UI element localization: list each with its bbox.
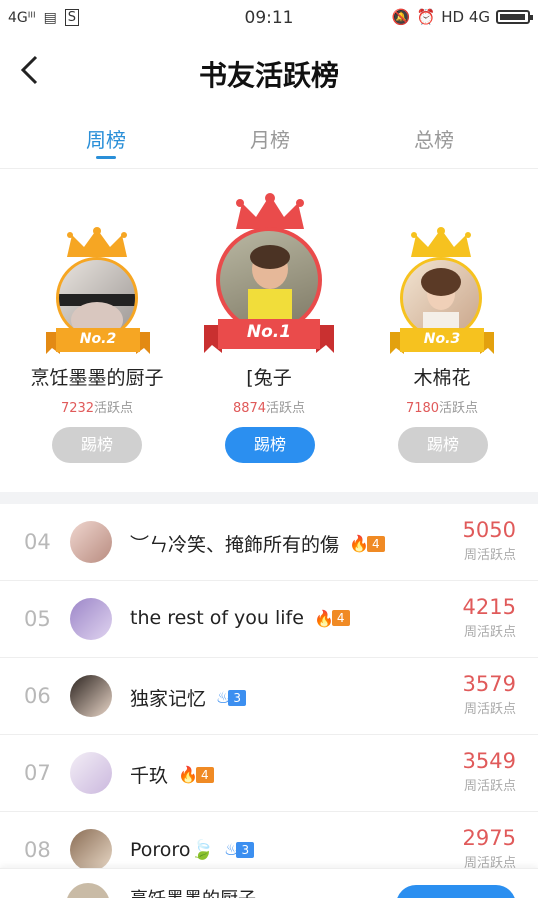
flame-icon: 🔥	[349, 534, 369, 553]
level-badge: ♨ 3	[224, 840, 255, 859]
tab-bar: 周榜 月榜 总榜	[0, 110, 538, 169]
level-badge: 🔥 4	[313, 608, 350, 628]
status-bar: 4Gᴵᴵᴵ ▤ S 09:11 🔕 ⏰ HD 4G	[0, 0, 538, 36]
crown-icon	[236, 193, 304, 229]
podium-points: 8874活跃点	[169, 397, 369, 416]
level-badge: 🔥 4	[178, 765, 214, 784]
crown-icon	[411, 227, 471, 257]
avatar-image	[248, 245, 292, 329]
user-name-row: ︶ㄣ冷笑、掩飾所有的傷 🔥 4	[130, 530, 385, 557]
network-label: HD 4G	[441, 8, 490, 26]
score-unit: 周活跃点	[463, 779, 516, 794]
rank-number: 08	[24, 838, 51, 862]
avatar	[70, 521, 112, 563]
battery-icon	[496, 10, 533, 24]
user-name: ︶ㄣ冷笑、掩飾所有的傷	[130, 534, 340, 556]
list-item[interactable]: 04 ︶ㄣ冷笑、掩飾所有的傷 🔥 4 5050 周活跃点	[0, 504, 538, 581]
level-badge: ♨ 3	[216, 688, 246, 707]
score-unit: 周活跃点	[463, 702, 516, 717]
user-name-row: Pororo🍃 ♨ 3	[130, 838, 255, 861]
score: 3579 周活跃点	[463, 672, 516, 717]
rank-number: 04	[24, 530, 51, 554]
user-name: 独家记忆	[130, 688, 207, 710]
avatar	[70, 675, 112, 717]
ranking-list: 04 ︶ㄣ冷笑、掩飾所有的傷 🔥 4 5050 周活跃点 05 the rest …	[0, 504, 538, 888]
status-right: 🔕 ⏰ HD 4G	[391, 8, 533, 26]
tab-monthly[interactable]: 月榜	[210, 124, 330, 153]
score-value: 5050	[462, 518, 516, 542]
tab-total[interactable]: 总榜	[374, 124, 494, 153]
tab-weekly[interactable]: 周榜	[46, 124, 166, 153]
alarm-icon: ⏰	[416, 8, 436, 26]
score-unit: 周活跃点	[463, 548, 516, 563]
level-number: 4	[331, 610, 350, 626]
level-badge: 🔥 4	[349, 534, 385, 553]
list-item[interactable]: 06 独家记忆 ♨ 3 3579 周活跃点	[0, 658, 538, 735]
list-item[interactable]: 07 千玖 🔥 4 3549 周活跃点	[0, 735, 538, 812]
points-unit: 活跃点	[439, 401, 479, 416]
points-value: 7180	[405, 401, 440, 416]
avatar	[70, 829, 112, 871]
avatar-image	[59, 294, 135, 336]
rank-badge: No.2	[79, 331, 117, 347]
header: 书友活跃榜	[0, 36, 538, 110]
section-divider	[0, 492, 538, 504]
user-name-row: 千玖 🔥 4	[130, 761, 214, 788]
score: 5050 周活跃点	[463, 518, 516, 563]
avatar	[70, 752, 112, 794]
podium-name: [兔子	[246, 367, 292, 389]
podium-name: 烹饪墨墨的厨子	[30, 367, 164, 389]
user-name: Pororo🍃	[130, 839, 215, 861]
level-number: 3	[228, 689, 246, 706]
avatar	[70, 598, 112, 640]
level-number: 4	[366, 535, 385, 552]
score-value: 4215	[462, 595, 516, 619]
points-value: 7232	[60, 401, 95, 416]
level-number: 4	[195, 766, 214, 783]
flame-icon: 🔥	[178, 765, 198, 784]
list-item[interactable]: 05 the rest of you life 🔥 4 4215 周活跃点	[0, 581, 538, 658]
level-number: 3	[236, 841, 255, 858]
score-value: 3549	[462, 749, 516, 773]
score: 4215 周活跃点	[463, 595, 516, 640]
podium: No.2 烹饪墨墨的厨子 7232活跃点 踢榜 No.1 [兔子 8874活跃点…	[0, 169, 538, 492]
crown-icon	[67, 227, 127, 257]
points-unit: 活跃点	[266, 401, 306, 416]
user-name: the rest of you life	[130, 607, 304, 629]
rank-badge: No.3	[423, 331, 461, 347]
rank-number: 05	[24, 607, 51, 631]
points-unit: 活跃点	[94, 401, 134, 416]
score: 2975 周活跃点	[463, 826, 516, 871]
user-name-row: 独家记忆 ♨ 3	[130, 684, 246, 711]
kick-button[interactable]: 踢榜	[225, 427, 315, 463]
rank-badge: No.1	[246, 322, 292, 342]
rank-number: 07	[24, 761, 51, 785]
podium-name: 木棉花	[413, 367, 471, 389]
podium-points: 7180活跃点	[342, 397, 538, 416]
tab-underline	[96, 156, 116, 159]
my-name: 烹饪墨墨的厨子	[130, 885, 256, 898]
score: 3549 周活跃点	[463, 749, 516, 794]
podium-points: 7232活跃点	[0, 397, 197, 416]
mute-icon: 🔕	[391, 8, 411, 26]
flame-icon: 🔥	[313, 608, 334, 628]
bottom-action-button[interactable]	[396, 885, 516, 898]
user-name-row: the rest of you life 🔥 4	[130, 607, 350, 629]
my-rank-bar: 烹饪墨墨的厨子	[0, 868, 538, 898]
avatar-image	[421, 268, 461, 336]
kick-button[interactable]: 踢榜	[52, 427, 142, 463]
page-title: 书友活跃榜	[198, 59, 339, 92]
points-value: 8874	[232, 401, 267, 416]
score-value: 3579	[462, 672, 516, 696]
score-value: 2975	[462, 826, 516, 850]
avatar	[66, 883, 110, 898]
rank-number: 06	[24, 684, 51, 708]
user-name: 千玖	[130, 765, 169, 787]
score-unit: 周活跃点	[463, 625, 516, 640]
kick-button[interactable]: 踢榜	[398, 427, 488, 463]
